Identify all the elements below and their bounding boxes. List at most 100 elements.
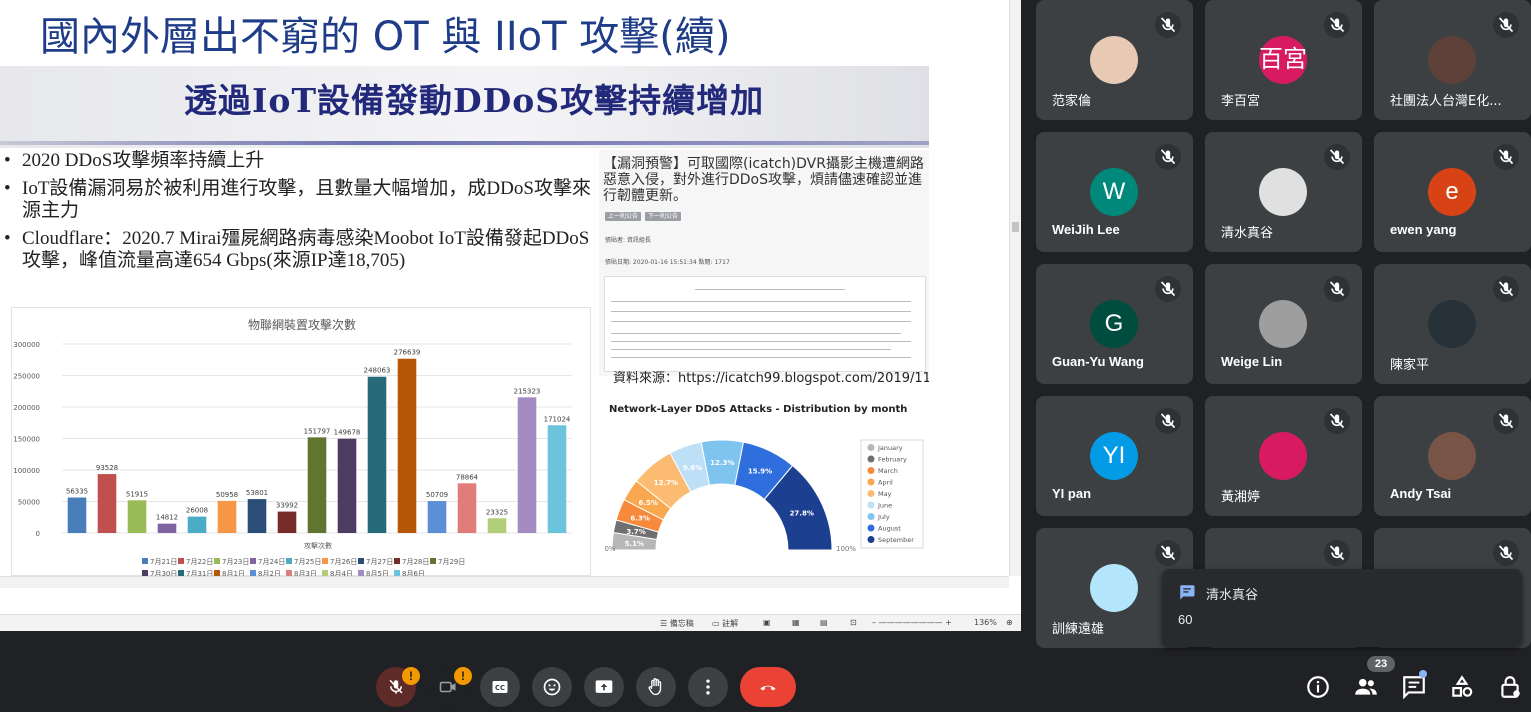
ddos-chart: Network-Layer DDoS Attacks - Distributio… [599,402,929,576]
bar-value-label: 151797 [304,427,331,435]
participant-avatar: G [1090,300,1138,348]
participant-tile[interactable]: 陳家平 [1374,264,1531,384]
participant-tile[interactable]: Weige Lin [1205,264,1362,384]
bar-chart-svg: 物聯網裝置攻擊次數 300000 250000 200000 150000 100000 5… [13,317,572,576]
present-button[interactable] [584,667,624,707]
legend-marker [867,501,875,509]
legend-swatch [250,558,256,564]
leave-call-button[interactable] [740,667,796,707]
emoji-icon [543,678,561,696]
slide: 國內外層出不窮的 OT 與 IIoT 攻擊(續) 透過IoT設備發動DDoS攻擊… [0,0,929,576]
present-screen-icon [595,680,613,693]
meeting-info-icon[interactable] [1305,674,1331,700]
participant-tile[interactable]: 黃湘婷 [1205,396,1362,516]
comments-button[interactable]: ▭ 註解 [712,618,738,629]
slide-title: 國內外層出不窮的 OT 與 IIoT 攻擊(續) [40,14,731,60]
muted-mic-icon [1493,408,1519,434]
slide-banner-line [0,141,929,145]
muted-mic-icon [1324,12,1350,38]
news-screenshot: 【漏洞預警】可取國際(icatch)DVR攝影主機遭網路惡意入侵，對外進行DDo… [599,150,929,376]
legend-label: 7月26日 [330,558,357,566]
participant-tile[interactable]: 社團法人台灣E化... [1374,0,1531,120]
legend-label: September [878,536,914,544]
ppt-scroll-thumb[interactable] [1012,222,1019,232]
participant-avatar [1090,564,1138,612]
participant-tile[interactable]: G Guan-Yu Wang [1036,264,1193,384]
ppt-vertical-scrollbar[interactable] [1009,0,1021,576]
bar-value-label: 56335 [66,488,88,496]
camera-warning-badge: ! [454,667,472,685]
reading-view-icon[interactable]: ▤ [820,618,828,627]
legend-label: 7月28日 [402,558,429,566]
fit-slide-icon[interactable]: ⊕ [1006,618,1013,627]
bar-value-label: 276639 [394,349,421,357]
y-tick-label: 300000 [13,341,40,349]
host-controls-icon[interactable] [1497,674,1523,700]
participant-name: 訓練遠雄 [1052,622,1105,637]
notes-button[interactable]: ☰ 備忘稿 [660,618,694,629]
ppt-horizontal-scrollbar[interactable] [0,576,1009,588]
zoom-level[interactable]: 136% [974,618,997,627]
legend-swatch [358,558,364,564]
x-axis-label: 攻擊次數 [304,541,332,550]
bar-value-label: 51915 [126,490,148,498]
participant-tile[interactable]: W WeiJih Lee [1036,132,1193,252]
donut-value-label: 6.3% [630,515,649,523]
participant-name: 李百宮 [1221,94,1261,109]
donut-value-label: 6.5% [639,499,658,507]
legend-label: 7月23日 [222,558,249,566]
legend-label: 7月22日 [186,558,213,566]
participant-tile[interactable]: 百宮李百宮 [1205,0,1362,120]
participant-avatar [1259,300,1307,348]
normal-view-icon[interactable]: ▣ [763,618,771,627]
participant-avatar: 百宮 [1259,36,1307,84]
bar [247,499,267,533]
raise-hand-button[interactable] [636,667,676,707]
y-tick-label: 200000 [13,404,40,412]
legend-swatch [430,558,436,564]
participant-name: 黃湘婷 [1221,490,1261,505]
participant-tile[interactable]: e ewen yang [1374,132,1531,252]
chat-notification[interactable]: 清水真谷 60 [1162,569,1522,647]
muted-mic-icon [1324,408,1350,434]
participant-tile[interactable]: Andy Tsai [1374,396,1531,516]
legend-label: July [877,513,890,521]
bar [427,501,447,533]
more-options-button[interactable] [688,667,728,707]
y-tick-label: 250000 [13,373,40,381]
legend-marker [867,513,875,520]
legend-label: 7月21日 [150,558,177,566]
donut-value-label: 12.3% [710,459,734,467]
zoom-slider[interactable]: – ———————— + [872,618,952,627]
slide-sorter-icon[interactable]: ▦ [792,618,800,627]
participant-avatar [1259,168,1307,216]
donut-value-label: 27.8% [790,510,814,518]
donut-value-label: 9.6% [683,464,702,472]
bar [547,425,567,533]
bar-value-label: 26008 [186,507,208,515]
people-icon[interactable] [1353,674,1379,700]
participant-tile[interactable]: YI YI pan [1036,396,1193,516]
bar-value-label: 14812 [156,514,178,522]
y-tick-label: 150000 [13,436,40,444]
muted-mic-icon [1324,276,1350,302]
participant-name: 社團法人台灣E化... [1390,94,1502,109]
emoji-button[interactable] [532,667,572,707]
participant-tile[interactable]: 清水真谷 [1205,132,1362,252]
muted-mic-icon [1155,12,1181,38]
axis-start-label: 0% [604,545,615,553]
y-tick-label: 0 [36,530,40,538]
bar [97,474,117,533]
activities-icon[interactable] [1449,674,1475,700]
participant-name: 陳家平 [1390,358,1430,373]
captions-button[interactable]: CC [480,667,520,707]
shared-screen: 國內外層出不窮的 OT 與 IIoT 攻擊(續) 透過IoT設備發動DDoS攻擊… [0,0,1021,631]
legend-swatch [322,558,328,564]
legend-swatch [142,558,148,564]
legend-marker [867,524,875,532]
bar-chart: 物聯網裝置攻擊次數 300000 250000 200000 150000 100000 5… [11,307,591,576]
legend-label: 7月24日 [258,558,285,566]
slideshow-icon[interactable]: ⊡ [850,618,857,627]
participant-tile[interactable]: 范家倫 [1036,0,1193,120]
bar [277,511,297,533]
